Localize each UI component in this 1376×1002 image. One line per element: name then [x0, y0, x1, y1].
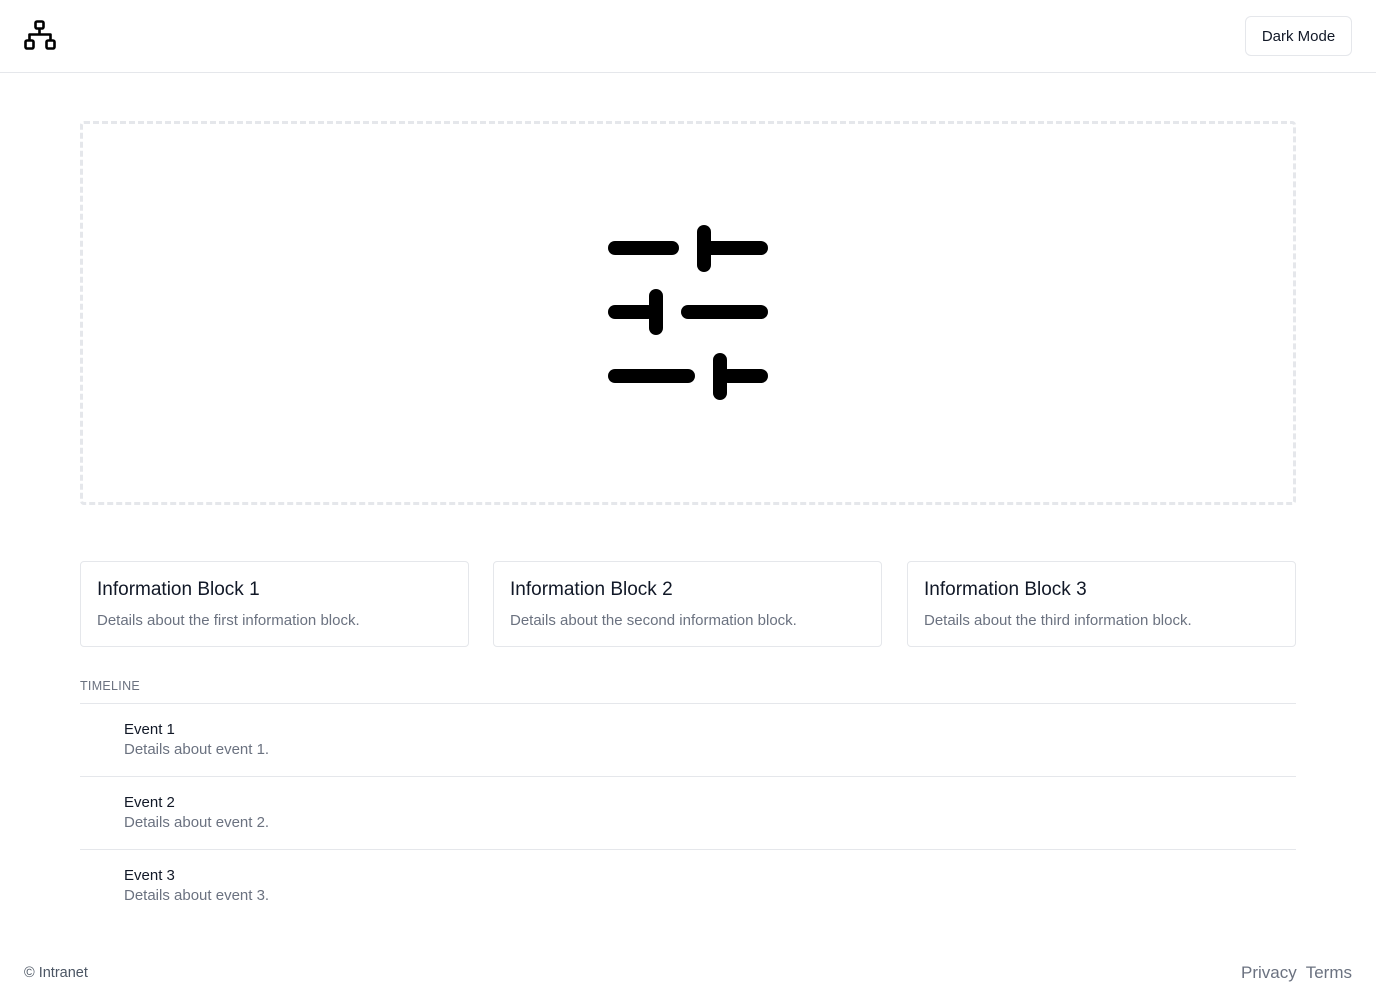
timeline-event: Event 3 Details about event 3.	[80, 850, 1296, 923]
info-block-3: Information Block 3 Details about the th…	[907, 561, 1296, 647]
event-title: Event 1	[124, 721, 175, 738]
page: Dark Mode Information Block 1 Details ab…	[0, 0, 1376, 1002]
info-block-title: Information Block 1	[97, 579, 260, 600]
info-block-title: Information Block 2	[510, 579, 673, 600]
footer-links: Privacy Terms	[1241, 963, 1352, 983]
info-block-2: Information Block 2 Details about the se…	[493, 561, 882, 647]
terms-link[interactable]: Terms	[1306, 963, 1352, 983]
sliders-icon	[608, 225, 768, 400]
dark-mode-button[interactable]: Dark Mode	[1245, 16, 1352, 56]
timeline-list: Event 1 Details about event 1. Event 2 D…	[80, 703, 1296, 923]
timeline-heading: TIMELINE	[80, 679, 141, 693]
info-block-title: Information Block 3	[924, 579, 1087, 600]
sitemap-icon[interactable]	[24, 20, 56, 52]
timeline-event: Event 1 Details about event 1.	[80, 704, 1296, 777]
info-block-description: Details about the second information blo…	[510, 612, 797, 629]
event-title: Event 2	[124, 794, 175, 811]
top-header: Dark Mode	[0, 0, 1376, 73]
event-title: Event 3	[124, 867, 175, 884]
privacy-link[interactable]: Privacy	[1241, 963, 1297, 983]
event-description: Details about event 1.	[124, 741, 270, 758]
info-block-1: Information Block 1 Details about the fi…	[80, 561, 469, 647]
info-block-description: Details about the first information bloc…	[97, 612, 360, 629]
info-block-description: Details about the third information bloc…	[924, 612, 1192, 629]
timeline-event: Event 2 Details about event 2.	[80, 777, 1296, 850]
footer-copyright: © Intranet	[24, 965, 88, 981]
event-description: Details about event 3.	[124, 887, 270, 904]
event-description: Details about event 2.	[124, 814, 270, 831]
